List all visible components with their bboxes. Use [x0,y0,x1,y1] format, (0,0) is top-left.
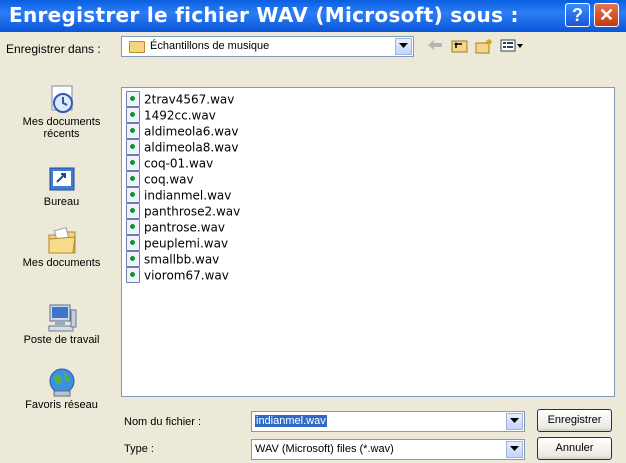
list-item[interactable]: panthrose2.wav [126,203,241,220]
close-icon: ✕ [598,5,615,25]
file-name: peuplemi.wav [144,236,229,251]
filetype-dropdown-arrow[interactable] [506,441,523,458]
filename-dropdown-arrow[interactable] [506,413,523,430]
file-name: aldimeola6.wav [144,124,239,139]
list-item[interactable]: viorom67.wav [126,267,229,284]
wav-file-icon [126,123,140,139]
places-bar: Mes documents récents Bureau Mes documen… [7,67,116,442]
back-button[interactable] [427,38,443,56]
place-my-computer[interactable]: Poste de travail [7,302,116,346]
filename-input[interactable]: indianmel.wav [251,411,525,432]
file-name: smallbb.wav [144,252,220,267]
help-button[interactable]: ? [565,3,590,27]
my-computer-icon [46,302,78,334]
view-menu-button[interactable] [500,38,524,56]
save-in-value: Échantillons de musique [150,40,270,52]
list-item[interactable]: aldimeola8.wav [126,139,239,156]
list-item[interactable]: smallbb.wav [126,251,220,268]
desktop-icon [46,164,78,196]
chevron-down-icon [510,418,519,423]
my-documents-icon [46,225,78,257]
filetype-label: Type : [124,443,154,455]
list-item[interactable]: 1492cc.wav [126,107,216,124]
place-my-documents[interactable]: Mes documents [7,225,116,269]
chevron-down-icon [510,446,519,451]
wav-file-icon [126,251,140,267]
place-network[interactable]: Favoris réseau [7,367,116,411]
place-label: Mes documents [22,257,101,269]
list-item[interactable]: aldimeola6.wav [126,123,239,140]
place-label: Poste de travail [23,334,100,346]
file-name: coq.wav [144,172,194,187]
wav-file-icon [126,235,140,251]
view-menu-icon [500,39,523,52]
save-in-dropdown-arrow[interactable] [395,38,412,55]
filename-label: Nom du fichier : [124,416,202,428]
title-bar[interactable]: Enregistrer le fichier WAV (Microsoft) s… [0,0,626,32]
help-icon: ? [572,5,583,25]
wav-file-icon [126,139,140,155]
new-folder-icon [475,39,492,54]
place-desktop[interactable]: Bureau [7,164,116,208]
filetype-select[interactable]: WAV (Microsoft) files (*.wav) [251,439,525,460]
file-name: coq-01.wav [144,156,214,171]
filetype-value: WAV (Microsoft) files (*.wav) [255,443,394,455]
list-item[interactable]: coq.wav [126,171,194,188]
window-title: Enregistrer le fichier WAV (Microsoft) s… [9,3,519,27]
save-dialog: Enregistrer le fichier WAV (Microsoft) s… [0,0,626,463]
filename-value: indianmel.wav [255,415,327,427]
wav-file-icon [126,203,140,219]
file-name: viorom67.wav [144,268,229,283]
file-list[interactable]: 2trav4567.wav 1492cc.wav aldimeola6.wav … [121,87,615,397]
wav-file-icon [126,91,140,107]
file-name: 1492cc.wav [144,108,216,123]
place-label: Mes documents récents [22,116,101,140]
list-item[interactable]: indianmel.wav [126,187,232,204]
chevron-down-icon [399,43,408,48]
wav-file-icon [126,171,140,187]
new-folder-button[interactable] [475,38,493,56]
close-button[interactable]: ✕ [594,3,619,27]
up-folder-icon [451,40,468,53]
recent-documents-icon [46,84,78,116]
file-name: panthrose2.wav [144,204,241,219]
place-label: Bureau [43,196,80,208]
file-name: 2trav4567.wav [144,92,235,107]
wav-file-icon [126,155,140,171]
file-name: pantrose.wav [144,220,226,235]
list-item[interactable]: coq-01.wav [126,155,214,172]
wav-file-icon [126,267,140,283]
wav-file-icon [126,187,140,203]
file-name: indianmel.wav [144,188,232,203]
folder-icon [129,41,145,53]
list-item[interactable]: peuplemi.wav [126,235,229,252]
file-name: aldimeola8.wav [144,140,239,155]
cancel-button[interactable]: Annuler [537,437,612,460]
list-item[interactable]: pantrose.wav [126,219,226,236]
save-in-dropdown[interactable]: Échantillons de musique [121,36,414,57]
back-arrow-icon [428,40,442,50]
place-recent-documents[interactable]: Mes documents récents [7,84,116,140]
save-in-label: Enregistrer dans : [6,42,101,56]
wav-file-icon [126,219,140,235]
wav-file-icon [126,107,140,123]
place-label: Favoris réseau [25,399,98,411]
list-item[interactable]: 2trav4567.wav [126,91,235,108]
save-button[interactable]: Enregistrer [537,409,612,432]
up-folder-button[interactable] [451,38,468,56]
network-places-icon [46,367,78,399]
